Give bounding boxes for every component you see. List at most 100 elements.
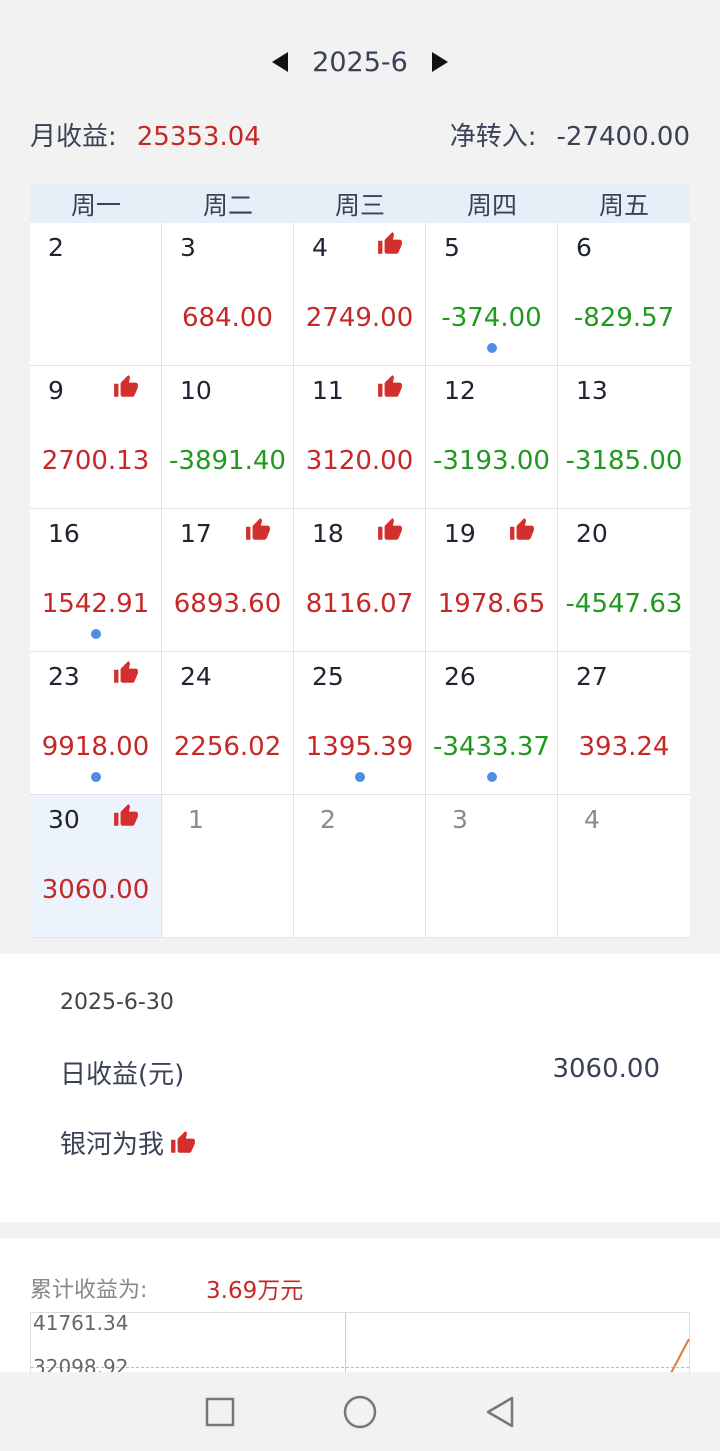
day-number: 3 bbox=[452, 805, 468, 834]
cumulative-value: 3.69万元 bbox=[206, 1278, 304, 1304]
triangle-right-icon bbox=[431, 52, 448, 72]
weekday-thu: 周四 bbox=[466, 191, 517, 220]
calendar-day-cell[interactable]: 3 bbox=[426, 795, 558, 938]
calendar-day-cell[interactable]: 27 393.24 bbox=[558, 652, 690, 795]
thumbs-up-icon bbox=[378, 518, 402, 540]
calendar-day-cell[interactable]: 11 3120.00 bbox=[294, 366, 426, 509]
recent-apps-button[interactable] bbox=[200, 1392, 240, 1432]
square-icon bbox=[205, 1397, 235, 1426]
calendar-day-cell[interactable]: 30 3060.00 bbox=[30, 795, 162, 938]
calendar-day-cell[interactable]: 17 6893.60 bbox=[162, 509, 294, 652]
month-navigation: 2025-6 bbox=[0, 40, 720, 84]
next-month-button[interactable] bbox=[426, 48, 454, 76]
chart-line bbox=[670, 1338, 690, 1374]
weekday-fri: 周五 bbox=[598, 191, 649, 220]
day-number: 23 bbox=[48, 662, 80, 691]
day-number: 24 bbox=[180, 662, 212, 691]
net-transfer: 净转入: -27400.00 bbox=[450, 116, 690, 153]
day-number: 2 bbox=[320, 805, 336, 834]
day-number: 9 bbox=[48, 376, 64, 405]
day-income-value: 1542.91 bbox=[41, 589, 150, 619]
calendar-day-cell[interactable]: 23 9918.00 bbox=[30, 652, 162, 795]
day-income-value: 2700.13 bbox=[41, 446, 150, 476]
day-number: 6 bbox=[576, 233, 592, 262]
day-income-value: 2749.00 bbox=[305, 303, 414, 333]
day-income-value: 1395.39 bbox=[305, 732, 414, 762]
calendar-day-cell[interactable]: 5 -374.00 bbox=[426, 223, 558, 366]
current-month[interactable]: 2025-6 bbox=[312, 47, 408, 78]
calendar-grid: 2 3 684.00 4 2749.00 5 -374.00 6 -829.57 9 2700.13… bbox=[30, 223, 690, 938]
day-income-value: 3060.00 bbox=[41, 875, 150, 905]
day-income-value: -3185.00 bbox=[565, 446, 683, 476]
month-income-label: 月收益: bbox=[30, 121, 117, 152]
prev-month-button[interactable] bbox=[266, 48, 294, 76]
transfer-marker-dot bbox=[487, 343, 497, 353]
detail-account-name: 银河为我 bbox=[60, 1130, 165, 1160]
calendar-day-cell[interactable]: 2 bbox=[294, 795, 426, 938]
calendar-day-cell[interactable]: 12 -3193.00 bbox=[426, 366, 558, 509]
system-nav-bar bbox=[0, 1372, 720, 1451]
cumulative-chart: 41761.34 32098.92 bbox=[30, 1311, 690, 1378]
thumbs-up-icon bbox=[114, 804, 138, 826]
net-transfer-value: -27400.00 bbox=[556, 121, 690, 152]
day-number: 20 bbox=[576, 519, 608, 548]
calendar-day-cell[interactable]: 4 2749.00 bbox=[294, 223, 426, 366]
day-income-value: 2256.02 bbox=[173, 732, 282, 762]
calendar-day-cell[interactable]: 13 -3185.00 bbox=[558, 366, 690, 509]
day-income-value: 1978.65 bbox=[437, 589, 546, 619]
calendar-day-cell[interactable]: 1 bbox=[162, 795, 294, 938]
net-transfer-label: 净转入: bbox=[449, 121, 537, 152]
day-number: 30 bbox=[48, 805, 80, 834]
day-detail-panel: 2025-6-30 日收益(元) 3060.00 银河为我 bbox=[0, 954, 720, 1222]
day-number: 25 bbox=[312, 662, 344, 691]
transfer-marker-dot bbox=[91, 629, 101, 639]
home-button[interactable] bbox=[340, 1392, 380, 1432]
calendar-day-cell[interactable]: 2 bbox=[30, 223, 162, 366]
day-number: 4 bbox=[584, 805, 600, 834]
day-income-value: -4547.63 bbox=[565, 589, 683, 619]
calendar-day-cell[interactable]: 24 2256.02 bbox=[162, 652, 294, 795]
calendar-day-cell[interactable]: 25 1395.39 bbox=[294, 652, 426, 795]
day-number: 26 bbox=[444, 662, 476, 691]
thumbs-up-icon bbox=[378, 375, 402, 397]
daily-income-value: 3060.00 bbox=[552, 1054, 660, 1084]
calendar-day-cell[interactable]: 26 -3433.37 bbox=[426, 652, 558, 795]
calendar-day-cell[interactable]: 16 1542.91 bbox=[30, 509, 162, 652]
calendar-day-cell[interactable]: 18 8116.07 bbox=[294, 509, 426, 652]
thumbs-up-icon bbox=[114, 375, 138, 397]
calendar-day-cell[interactable]: 9 2700.13 bbox=[30, 366, 162, 509]
calendar-day-cell[interactable]: 10 -3891.40 bbox=[162, 366, 294, 509]
day-number: 13 bbox=[576, 376, 608, 405]
cumulative-income-panel: 累计收益为: 3.69万元 41761.34 32098.92 bbox=[0, 1238, 720, 1378]
detail-account: 银河为我 bbox=[60, 1124, 196, 1161]
calendar-day-cell[interactable]: 19 1978.65 bbox=[426, 509, 558, 652]
calendar-day-cell[interactable]: 6 -829.57 bbox=[558, 223, 690, 366]
transfer-marker-dot bbox=[487, 772, 497, 782]
day-number: 12 bbox=[444, 376, 476, 405]
month-summary: 月收益: 25353.04 净转入: -27400.00 bbox=[30, 112, 690, 156]
day-number: 1 bbox=[188, 805, 204, 834]
weekday-tue: 周二 bbox=[202, 191, 253, 220]
weekday-header: 周一 周二 周三 周四 周五 bbox=[30, 185, 690, 223]
day-number: 3 bbox=[180, 233, 196, 262]
day-income-value: -3433.37 bbox=[433, 732, 550, 762]
daily-income-label: 日收益(元) bbox=[60, 1060, 185, 1090]
back-button[interactable] bbox=[480, 1392, 520, 1432]
back-triangle-icon bbox=[486, 1396, 514, 1427]
calendar-day-cell[interactable]: 20 -4547.63 bbox=[558, 509, 690, 652]
day-number: 17 bbox=[180, 519, 212, 548]
calendar-day-cell[interactable]: 3 684.00 bbox=[162, 223, 294, 366]
day-income-value: 393.24 bbox=[578, 732, 670, 762]
cumulative-label: 累计收益为: bbox=[30, 1278, 148, 1303]
day-income-value: 9918.00 bbox=[41, 732, 150, 762]
month-income-value: 25353.04 bbox=[136, 121, 261, 152]
thumbs-up-icon bbox=[246, 518, 270, 540]
day-income-value: 6893.60 bbox=[173, 589, 282, 619]
income-calendar: 周一 周二 周三 周四 周五 2 3 684.00 4 2749.00 5 -374.00 6… bbox=[30, 185, 690, 938]
detail-date: 2025-6-30 bbox=[60, 990, 174, 1015]
circle-icon bbox=[343, 1395, 377, 1428]
transfer-marker-dot bbox=[91, 772, 101, 782]
day-income-value: 3120.00 bbox=[305, 446, 414, 476]
day-number: 16 bbox=[48, 519, 80, 548]
calendar-day-cell[interactable]: 4 bbox=[558, 795, 690, 938]
